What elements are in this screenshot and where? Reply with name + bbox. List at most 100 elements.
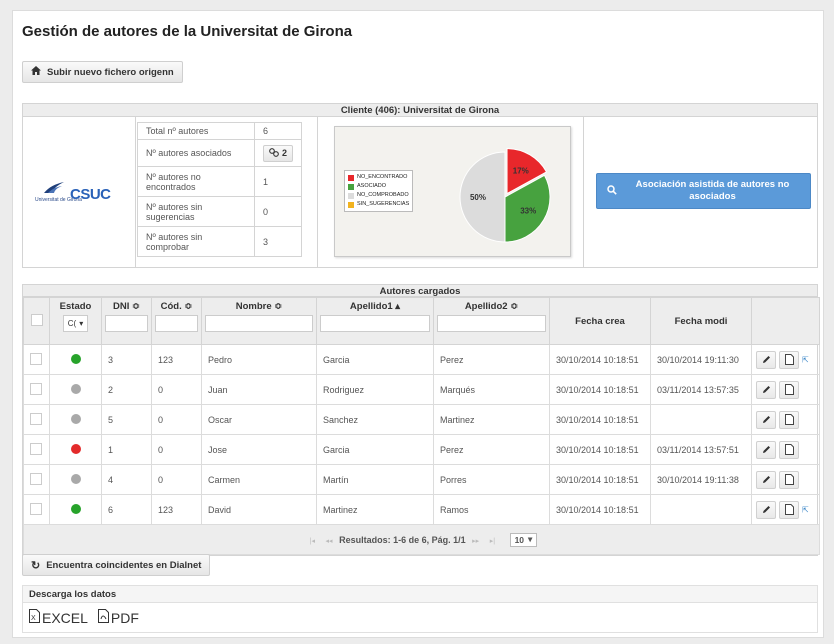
prev-page-icon[interactable]: ◂◂ [326, 538, 333, 545]
estado-filter-select[interactable]: C( ▾ [62, 315, 89, 332]
apellido1-header[interactable]: Apellido1 ▴ [316, 297, 434, 345]
edit-button[interactable] [756, 350, 776, 369]
row-checkbox[interactable] [30, 502, 42, 515]
nombre-cell: Pedro [201, 344, 317, 375]
dni-header[interactable]: DNI ≎ [101, 297, 152, 345]
actions-header [751, 297, 820, 345]
last-page-icon[interactable]: ▸| [490, 538, 495, 545]
dialnet-search-label: Encuentra coincidentes en Dialnet [46, 559, 202, 571]
caret-down-icon: ▾ [79, 319, 84, 328]
row-checkbox[interactable] [30, 352, 42, 365]
page-title: Gestión de autores de la Universitat de … [22, 23, 353, 40]
row-select-cell [23, 344, 50, 375]
apellido2-header-label: Apellido2 ≎ [464, 301, 519, 312]
fecha-modi-cell: 03/11/2014 13:57:35 [650, 374, 752, 405]
download-heading: Descarga los datos [22, 585, 818, 603]
associated-authors-button[interactable]: 2 [263, 144, 294, 162]
fecha-crea-cell: 30/10/2014 10:18:51 [549, 404, 651, 435]
status-cell [49, 494, 102, 525]
edit-button[interactable] [756, 410, 776, 429]
view-document-button[interactable] [779, 440, 799, 459]
apellido2-filter-input[interactable] [437, 315, 546, 332]
external-link-icon[interactable]: ⇱ [802, 505, 809, 514]
home-icon [31, 66, 41, 78]
cod-filter-input[interactable] [155, 315, 198, 332]
view-document-button[interactable] [779, 500, 799, 519]
status-dot [70, 353, 81, 364]
table-row[interactable]: 2 0 Juan Rodriguez Marqués 30/10/2014 10:18:5… [23, 374, 820, 405]
table-row[interactable]: 5 0 Oscar Sanchez Martinez 30/10/2014 10:18:5… [23, 404, 820, 435]
cod-cell: 0 [151, 404, 202, 435]
search-icon [607, 184, 617, 198]
edit-button[interactable] [756, 440, 776, 459]
row-checkbox[interactable] [30, 472, 42, 485]
stat-value: 0 [253, 196, 303, 227]
row-select-cell [23, 434, 50, 465]
select-all-checkbox[interactable] [30, 314, 43, 326]
apellido1-cell: Rodriguez [316, 374, 434, 405]
pie-chart-cell: NO_ENCONTRADO ASOCIADO NO_COMPROBADO SIN_SU… [317, 117, 584, 267]
stat-label: Nº autores asociados [137, 139, 255, 167]
refresh-icon: ↻ [31, 559, 41, 572]
view-document-button[interactable] [779, 470, 799, 489]
document-icon [784, 474, 794, 485]
external-link-icon[interactable]: ⇱ [802, 355, 809, 364]
pencil-icon [762, 416, 770, 423]
stat-value: 6 [253, 122, 303, 140]
dni-cell: 4 [101, 464, 152, 495]
dialnet-search-button[interactable]: ↻ Encuentra coincidentes en Dialnet [22, 554, 211, 576]
view-document-button[interactable] [779, 380, 799, 399]
client-panel: Universitat de Girona CSUC Total nº auto… [22, 117, 818, 268]
row-checkbox[interactable] [30, 412, 42, 425]
table-row[interactable]: 6 123 David Martinez Ramos 30/10/2014 10:18:5… [23, 494, 820, 525]
apellido1-filter-input[interactable] [320, 315, 430, 332]
view-document-button[interactable] [779, 410, 799, 429]
dni-filter-input[interactable] [105, 315, 148, 332]
apellido2-cell: Martinez [433, 404, 550, 435]
view-document-button[interactable] [779, 350, 799, 369]
apellido2-cell: Ramos [433, 494, 550, 525]
table-row[interactable]: 4 0 Carmen Martín Porres 30/10/2014 10:18:51 3… [23, 464, 820, 495]
apellido2-header[interactable]: Apellido2 ≎ [433, 297, 550, 345]
nombre-filter-input[interactable] [205, 315, 313, 332]
page-size-select[interactable]: 10 ▾ [509, 532, 538, 547]
cod-header[interactable]: Cód. ≎ [151, 297, 202, 345]
fecha-modi-header: Fecha modi [650, 297, 752, 345]
fecha-crea-cell: 30/10/2014 10:18:51 [549, 434, 651, 465]
pencil-icon [762, 386, 770, 393]
table-row[interactable]: 1 0 Jose Garcia Perez 30/10/2014 10:18:51 03/1… [23, 434, 820, 465]
row-select-cell [23, 404, 50, 435]
fecha-modi-header-label: Fecha modi [674, 315, 728, 327]
pencil-icon [762, 506, 770, 513]
nombre-header[interactable]: Nombre ≎ [201, 297, 317, 345]
stat-label: Nº autores no encontrados [137, 166, 255, 197]
estado-header[interactable]: Estado C( ▾ [49, 297, 102, 345]
fecha-crea-header-label: Fecha crea [575, 315, 625, 327]
stat-label: Total nº autores [137, 122, 255, 140]
cod-header-label: Cód. ≎ [160, 301, 193, 312]
authors-table-panel: Estado C( ▾ DNI ≎ Cód. ≎ Nombre ≎ Apelli… [22, 297, 820, 556]
cod-cell: 123 [151, 494, 202, 525]
edit-button[interactable] [756, 470, 776, 489]
stat-label: Nº autores sin sugerencias [137, 196, 255, 227]
row-checkbox[interactable] [30, 442, 42, 455]
status-cell [49, 344, 102, 375]
row-checkbox[interactable] [30, 382, 42, 395]
pdf-download-link[interactable]: PDF [97, 609, 139, 626]
apellido2-cell: Porres [433, 464, 550, 495]
authors-heading: Autores cargados [22, 284, 818, 297]
fecha-modi-cell [650, 494, 752, 525]
table-row[interactable]: 3 123 Pedro Garcia Perez 30/10/2014 10:18:51 3… [23, 344, 820, 375]
excel-download-link[interactable]: X EXCEL [29, 609, 88, 626]
next-page-icon[interactable]: ▸▸ [472, 538, 479, 545]
edit-button[interactable] [756, 500, 776, 519]
apellido1-header-label: Apellido1 ▴ [349, 301, 401, 312]
dni-cell: 1 [101, 434, 152, 465]
upload-file-button[interactable]: Subir nuevo fichero origenn [22, 61, 183, 83]
assisted-association-button[interactable]: Asociación asistida de autores no asocia… [596, 173, 811, 209]
client-stats-table: Total nº autores 6 Nº autores asociados … [137, 122, 303, 257]
actions-cell [751, 404, 820, 435]
edit-button[interactable] [756, 380, 776, 399]
client-heading: Cliente (406): Universitat de Girona [22, 103, 818, 117]
first-page-icon[interactable]: |◂ [310, 538, 315, 545]
